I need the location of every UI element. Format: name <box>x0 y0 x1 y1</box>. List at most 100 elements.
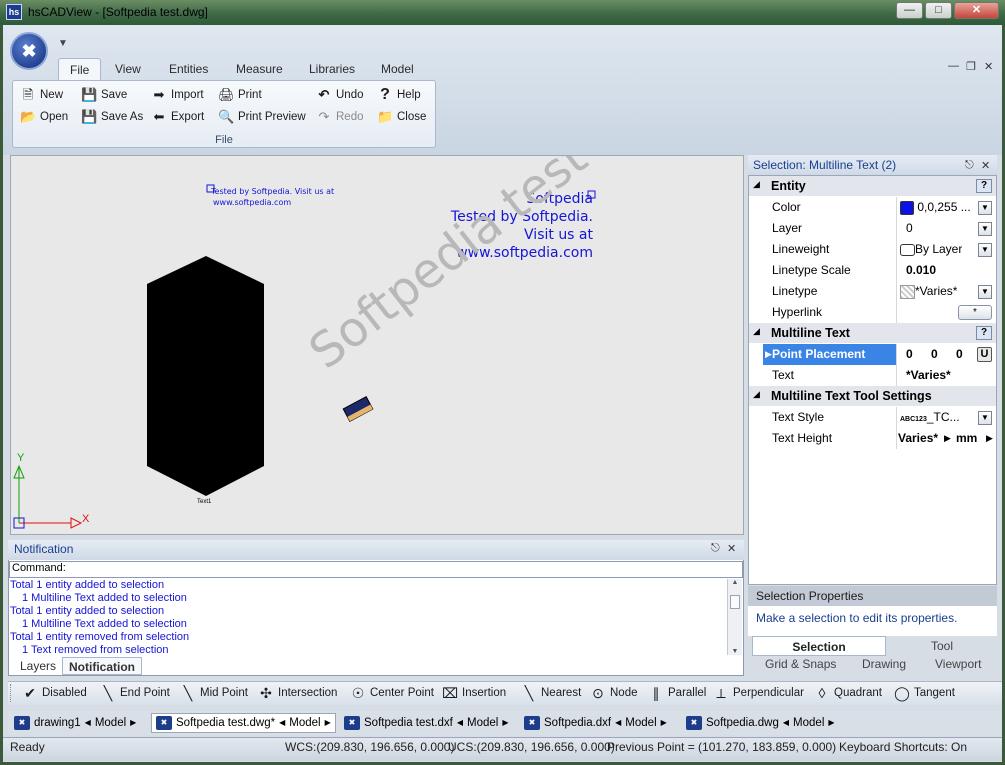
color-dropdown-icon[interactable]: ▼ <box>978 201 992 215</box>
collapse-icon[interactable]: ◢ <box>753 179 760 190</box>
hyperlink-button[interactable]: * <box>958 305 992 320</box>
app-icon[interactable]: hs <box>6 4 22 20</box>
log-scrollbar[interactable]: ▲ ▼ <box>727 579 742 655</box>
drawing-canvas[interactable]: Tested by Softpedia. Visit us at www.sof… <box>10 155 744 535</box>
small-image-entity[interactable] <box>342 396 374 422</box>
application-menu-button[interactable]: ✖ <box>10 32 48 70</box>
maximize-button[interactable]: □ <box>925 2 952 19</box>
mdi-close-button[interactable]: ✕ <box>984 60 993 73</box>
scroll-up-icon[interactable]: ▲ <box>728 579 742 589</box>
notification-close-icon[interactable]: ✕ <box>727 542 736 555</box>
tab-entities[interactable]: Entities <box>158 58 219 80</box>
tab-arrow-icon[interactable]: ◀ <box>279 713 285 733</box>
category-multiline-text[interactable]: Multiline Text <box>749 323 996 343</box>
snap-end-point[interactable]: ╲ End Point <box>100 685 170 701</box>
doc-tab-softpedia-test-dxf[interactable]: ✖ Softpedia test.dxf ◀ Model ▶ <box>340 713 513 733</box>
prop-linetype-value[interactable]: *Varies* <box>900 281 957 302</box>
prop-ltscale-value[interactable]: 0.010 <box>906 260 936 281</box>
category-entity[interactable]: Entity <box>749 176 996 196</box>
pick-point-button[interactable]: U <box>977 347 992 362</box>
prop-text-value[interactable]: *Varies* <box>906 365 951 386</box>
undo-button[interactable]: ↶ Undo <box>316 86 364 104</box>
mtext-help-icon[interactable]: ? <box>976 326 992 340</box>
layer-dropdown-icon[interactable]: ▼ <box>978 222 992 236</box>
prop-color-value[interactable]: 0,0,255 ... <box>900 197 971 218</box>
lineweight-dropdown-icon[interactable]: ▼ <box>978 243 992 257</box>
prop-lineweight-value[interactable]: By Layer <box>900 239 962 260</box>
mdi-minimize-button[interactable]: — <box>948 60 959 72</box>
linetype-dropdown-icon[interactable]: ▼ <box>978 285 992 299</box>
tab-selection[interactable]: Selection <box>752 636 886 656</box>
export-button[interactable]: ⬅ Export <box>151 108 205 126</box>
scroll-thumb[interactable] <box>730 595 740 609</box>
tab-viewport[interactable]: Viewport <box>935 657 981 675</box>
tab-notification[interactable]: Notification <box>62 657 142 675</box>
snap-insertion[interactable]: ⌧ Insertion <box>442 685 506 701</box>
snap-quadrant[interactable]: ◊ Quadrant <box>814 685 882 701</box>
snap-tangent[interactable]: ◯ Tangent <box>894 685 955 701</box>
small-multiline-text[interactable]: Tested by Softpedia. Visit us at www.sof… <box>211 186 334 208</box>
tab-arrow-icon[interactable]: ▶ <box>325 713 331 733</box>
snap-perpendicular[interactable]: ⟂ Perpendicular <box>713 685 804 701</box>
close-button[interactable]: 📁 Close <box>377 108 426 126</box>
collapse-icon[interactable]: ◢ <box>753 326 760 337</box>
snap-center-point[interactable]: ☉ Center Point <box>350 685 434 701</box>
tab-arrow-icon[interactable]: ▶ <box>828 713 834 733</box>
close-window-button[interactable]: ✕ <box>954 2 999 19</box>
doc-tab-softpedia-dwg[interactable]: ✖ Softpedia.dwg ◀ Model ▶ <box>682 713 839 733</box>
snap-nearest[interactable]: ╲ Nearest <box>521 685 582 701</box>
tab-model[interactable]: Model <box>370 58 425 80</box>
tab-arrow-icon[interactable]: ◀ <box>615 713 621 733</box>
snap-node[interactable]: ⊙ Node <box>590 685 637 701</box>
print-button[interactable]: 🖨 Print <box>218 86 262 104</box>
tab-grid-snaps[interactable]: Grid & Snaps <box>765 657 836 675</box>
text-height-unit[interactable]: mm <box>956 428 977 449</box>
tab-arrow-icon[interactable]: ◀ <box>457 713 463 733</box>
quick-access-dropdown-icon[interactable]: ▼ <box>58 38 68 49</box>
mdi-restore-button[interactable]: ❐ <box>966 60 976 73</box>
tab-arrow-icon[interactable]: ▶ <box>130 713 136 733</box>
redo-button[interactable]: ↷ Redo <box>316 108 364 126</box>
tab-libraries[interactable]: Libraries <box>298 58 366 80</box>
prop-text-style-value[interactable]: ABC123_TC... <box>900 407 960 428</box>
scroll-down-icon[interactable]: ▼ <box>728 648 742 655</box>
prop-text-height-value[interactable]: Varies* <box>898 428 938 449</box>
point-z-value[interactable]: 0 <box>956 344 963 365</box>
help-button[interactable]: ? Help <box>377 86 421 104</box>
tab-drawing[interactable]: Drawing <box>862 657 906 675</box>
save-as-button[interactable]: 💾 Save As <box>81 108 143 126</box>
unit-dropdown-icon[interactable]: ▶ <box>944 428 951 449</box>
import-button[interactable]: ➡ Import <box>151 86 204 104</box>
point-y-value[interactable]: 0 <box>931 344 938 365</box>
prop-point-placement-name[interactable]: Point Placement <box>763 344 897 365</box>
text-style-dropdown-icon[interactable]: ▼ <box>978 411 992 425</box>
doc-tab-drawing1[interactable]: ✖ drawing1 ◀ Model ▶ <box>10 713 140 733</box>
save-button[interactable]: 💾 Save <box>81 86 127 104</box>
doc-tab-softpedia-test-dwg[interactable]: ✖ Softpedia test.dwg* ◀ Model ▶ <box>151 713 336 733</box>
snap-disabled[interactable]: ✔ Disabled <box>22 685 87 701</box>
tab-layers[interactable]: Layers <box>14 657 62 675</box>
tab-arrow-icon[interactable]: ◀ <box>85 713 91 733</box>
command-input[interactable]: Command: <box>9 561 743 578</box>
new-button[interactable]: 🗎 New <box>20 86 63 104</box>
doc-tab-softpedia-dxf[interactable]: ✖ Softpedia.dxf ◀ Model ▶ <box>520 713 671 733</box>
properties-close-icon[interactable]: ✕ <box>981 159 990 172</box>
tab-view[interactable]: View <box>104 58 152 80</box>
entity-help-icon[interactable]: ? <box>976 179 992 193</box>
collapse-icon[interactable]: ◢ <box>753 389 760 400</box>
tab-arrow-icon[interactable]: ▶ <box>502 713 508 733</box>
snap-mid-point[interactable]: ╲ Mid Point <box>180 685 248 701</box>
toolbar-grip[interactable] <box>10 684 14 702</box>
print-preview-button[interactable]: 🔍 Print Preview <box>218 108 306 126</box>
status-keyboard-shortcuts[interactable]: Keyboard Shortcuts: On <box>839 740 967 754</box>
properties-pin-icon[interactable]: ⎋ <box>965 159 974 172</box>
tab-arrow-icon[interactable]: ▶ <box>661 713 667 733</box>
open-button[interactable]: 📂 Open <box>20 108 68 126</box>
point-x-value[interactable]: 0 <box>906 344 913 365</box>
snap-intersection[interactable]: ✣ Intersection <box>258 685 337 701</box>
pin-icon[interactable]: ⎋ <box>711 542 720 555</box>
tab-file[interactable]: File <box>58 58 102 80</box>
tab-tool[interactable]: Tool <box>888 636 996 656</box>
hexagon-shape[interactable] <box>147 256 264 496</box>
snap-parallel[interactable]: ∥ Parallel <box>648 685 707 701</box>
